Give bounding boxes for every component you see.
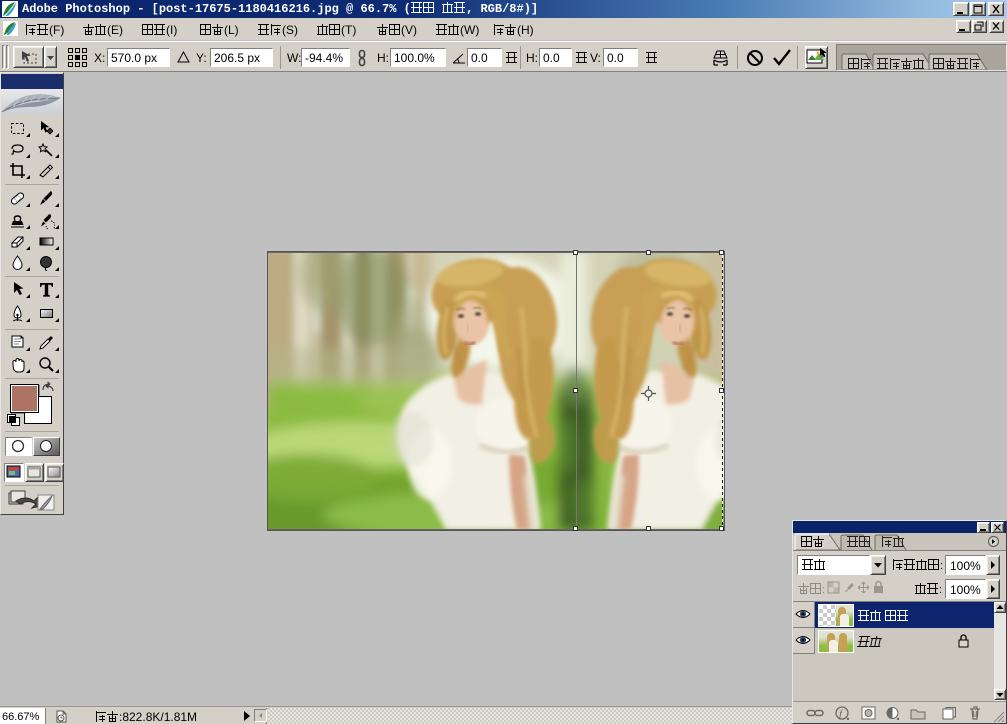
- svg-text:f: f: [839, 708, 844, 720]
